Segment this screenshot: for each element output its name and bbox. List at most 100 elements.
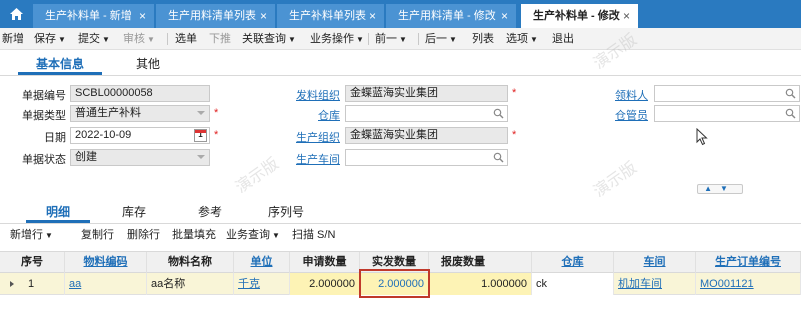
- copy-row-button[interactable]: 复制行: [81, 226, 114, 244]
- tab-production-supplement-new[interactable]: 生产补料单 - 新增 ×: [33, 4, 155, 28]
- column-header[interactable]: 申请数量: [290, 252, 360, 273]
- prod-org-field[interactable]: 金蝶蓝海实业集团: [345, 127, 508, 144]
- save-button[interactable]: 保存 ▼: [34, 28, 66, 50]
- tab-label: 生产用料清单 - 修改: [398, 10, 496, 22]
- audit-button[interactable]: 审核 ▼: [123, 28, 155, 50]
- cell-warehouse[interactable]: ck: [532, 273, 614, 295]
- picker-field[interactable]: [654, 85, 800, 102]
- tab-basic-info[interactable]: 基本信息: [36, 55, 84, 73]
- cell-applied-qty[interactable]: 2.000000: [290, 273, 360, 295]
- search-icon[interactable]: [785, 108, 796, 119]
- close-icon[interactable]: ×: [260, 4, 267, 28]
- tab-label: 生产补料单 - 修改: [533, 10, 620, 22]
- add-row-button[interactable]: 新增行 ▼: [10, 226, 53, 244]
- business-ops-button[interactable]: 业务操作 ▼: [310, 28, 364, 50]
- business-query-button[interactable]: 业务查询 ▼: [226, 226, 280, 244]
- bill-type-select[interactable]: 普通生产补料: [70, 105, 210, 122]
- cell-material-code[interactable]: aa: [65, 273, 147, 295]
- search-icon[interactable]: [493, 108, 504, 119]
- tab-material-edit[interactable]: 生产用料清单 - 修改 ×: [386, 4, 517, 28]
- column-header[interactable]: 单位: [234, 252, 290, 273]
- close-icon[interactable]: ×: [139, 4, 146, 28]
- tab-details[interactable]: 明细: [46, 203, 70, 219]
- options-button[interactable]: 选项 ▼: [506, 28, 538, 50]
- close-icon[interactable]: ×: [623, 4, 630, 28]
- issue-org-label[interactable]: 发料组织: [286, 87, 340, 103]
- column-header[interactable]: 生产订单编号: [696, 252, 801, 273]
- date-label: 日期: [44, 132, 66, 144]
- required-marker: *: [512, 87, 517, 99]
- column-header[interactable]: 物料名称: [147, 252, 234, 273]
- tab-material-list[interactable]: 生产用料清单列表 ×: [156, 4, 276, 28]
- column-header[interactable]: 仓库: [532, 252, 614, 273]
- bill-type-value: 普通生产补料: [75, 107, 141, 119]
- required-marker: *: [512, 129, 517, 141]
- batch-fill-button[interactable]: 批量填充: [172, 226, 216, 244]
- watermark: 演示版: [232, 155, 282, 197]
- close-icon[interactable]: ×: [369, 4, 376, 28]
- close-icon[interactable]: ×: [501, 4, 508, 28]
- bill-no-label: 单据编号: [22, 90, 66, 102]
- column-header[interactable]: 实发数量: [360, 252, 429, 273]
- workshop-label[interactable]: 生产车间: [286, 151, 340, 167]
- tab-other[interactable]: 其他: [136, 55, 160, 73]
- issue-org-field[interactable]: 金蝶蓝海实业集团: [345, 85, 508, 102]
- status-label: 单据状态: [22, 154, 66, 166]
- column-header[interactable]: 序号: [0, 252, 65, 273]
- tab-serial-numbers[interactable]: 序列号: [268, 203, 304, 219]
- cell-unit[interactable]: 千克: [234, 273, 290, 295]
- cell-material-name[interactable]: aa名称: [147, 273, 234, 295]
- search-icon[interactable]: [785, 88, 796, 99]
- bill-no-field[interactable]: SCBL00000058: [70, 85, 210, 102]
- main-toolbar: 新增 保存 ▼ 提交 ▼ 审核 ▼ 选单 下推 关联查询 ▼ 业务操作 ▼ 前一 ▼ 后一 ▼…: [0, 28, 801, 50]
- new-button[interactable]: 新增: [2, 28, 24, 50]
- tab-label: 生产补料单 - 新增: [45, 10, 132, 22]
- select-bill-button[interactable]: 选单: [175, 28, 197, 50]
- tab-label: 生产用料清单列表: [168, 10, 256, 22]
- list-button[interactable]: 列表: [472, 28, 494, 50]
- scan-sn-button[interactable]: 扫描 S/N: [292, 226, 335, 244]
- tab-supplement-edit[interactable]: 生产补料单 - 修改 ×: [521, 4, 639, 28]
- workshop-field[interactable]: [345, 149, 508, 166]
- tab-label: 生产补料单列表: [289, 10, 366, 22]
- tab-inventory[interactable]: 库存: [122, 203, 146, 219]
- grid-header: 序号 物料编码 物料名称 单位 申请数量 实发数量 报废数量 仓库 车间 生产订…: [0, 251, 801, 273]
- document-tab-bar: 生产补料单 - 新增 × 生产用料清单列表 × 生产补料单列表 × 生产用料清单…: [0, 0, 801, 28]
- bill-type-label: 单据类型: [22, 110, 66, 122]
- calendar-icon[interactable]: 1: [194, 129, 207, 142]
- tab-divider: [0, 75, 801, 76]
- required-marker: *: [214, 129, 219, 141]
- status-value: 创建: [75, 151, 97, 163]
- status-select[interactable]: 创建: [70, 149, 210, 166]
- exit-button[interactable]: 退出: [552, 28, 574, 50]
- warehouse-field[interactable]: [345, 105, 508, 122]
- column-header[interactable]: 报废数量: [429, 252, 532, 273]
- table-row[interactable]: 1 aa aa名称 千克 2.000000 2.000000 1.000000 …: [0, 273, 801, 295]
- previous-button[interactable]: 前一 ▼: [375, 28, 407, 50]
- next-button[interactable]: 后一 ▼: [425, 28, 457, 50]
- submit-button[interactable]: 提交 ▼: [78, 28, 110, 50]
- tab-reference[interactable]: 参考: [198, 203, 222, 219]
- date-field[interactable]: 2022-10-09 1: [70, 127, 210, 144]
- push-down-button[interactable]: 下推: [209, 28, 231, 50]
- keeper-field[interactable]: [654, 105, 800, 122]
- cell-actual-qty[interactable]: 2.000000: [360, 273, 429, 295]
- keeper-label[interactable]: 仓管员: [596, 107, 648, 123]
- tab-supplement-list[interactable]: 生产补料单列表 ×: [277, 4, 385, 28]
- delete-row-button[interactable]: 删除行: [127, 226, 160, 244]
- cell-production-order[interactable]: MO001121: [696, 273, 801, 295]
- column-header[interactable]: 物料编码: [65, 252, 147, 273]
- column-header[interactable]: 车间: [614, 252, 696, 273]
- cell-scrap-qty[interactable]: 1.000000: [429, 273, 532, 295]
- home-icon[interactable]: [0, 0, 32, 28]
- chevron-down-icon: [197, 111, 205, 115]
- related-query-button[interactable]: 关联查询 ▼: [242, 28, 296, 50]
- cell-seq[interactable]: 1: [24, 273, 65, 295]
- collapse-toggle[interactable]: ▲▼: [697, 184, 743, 194]
- picker-label[interactable]: 领料人: [596, 87, 648, 103]
- search-icon[interactable]: [493, 152, 504, 163]
- chevron-down-icon: [197, 155, 205, 159]
- prod-org-label[interactable]: 生产组织: [286, 129, 340, 145]
- cell-workshop[interactable]: 机加车间: [614, 273, 696, 295]
- warehouse-label[interactable]: 仓库: [286, 107, 340, 123]
